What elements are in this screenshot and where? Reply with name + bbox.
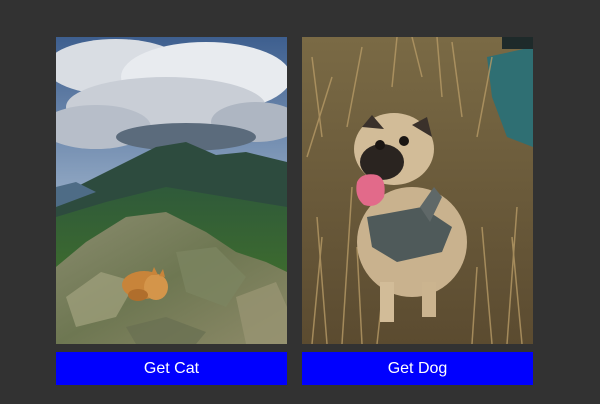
cat-on-mountain-photo-icon [56,37,287,344]
get-cat-button[interactable]: Get Cat [56,352,287,385]
cat-card: Get Cat [56,37,287,385]
dog-photo [302,37,533,344]
page: Get Cat Get Dog [0,0,600,404]
pug-in-grass-photo-icon [302,37,533,344]
dog-card: Get Dog [302,37,533,385]
cat-photo [56,37,287,344]
get-dog-button[interactable]: Get Dog [302,352,533,385]
